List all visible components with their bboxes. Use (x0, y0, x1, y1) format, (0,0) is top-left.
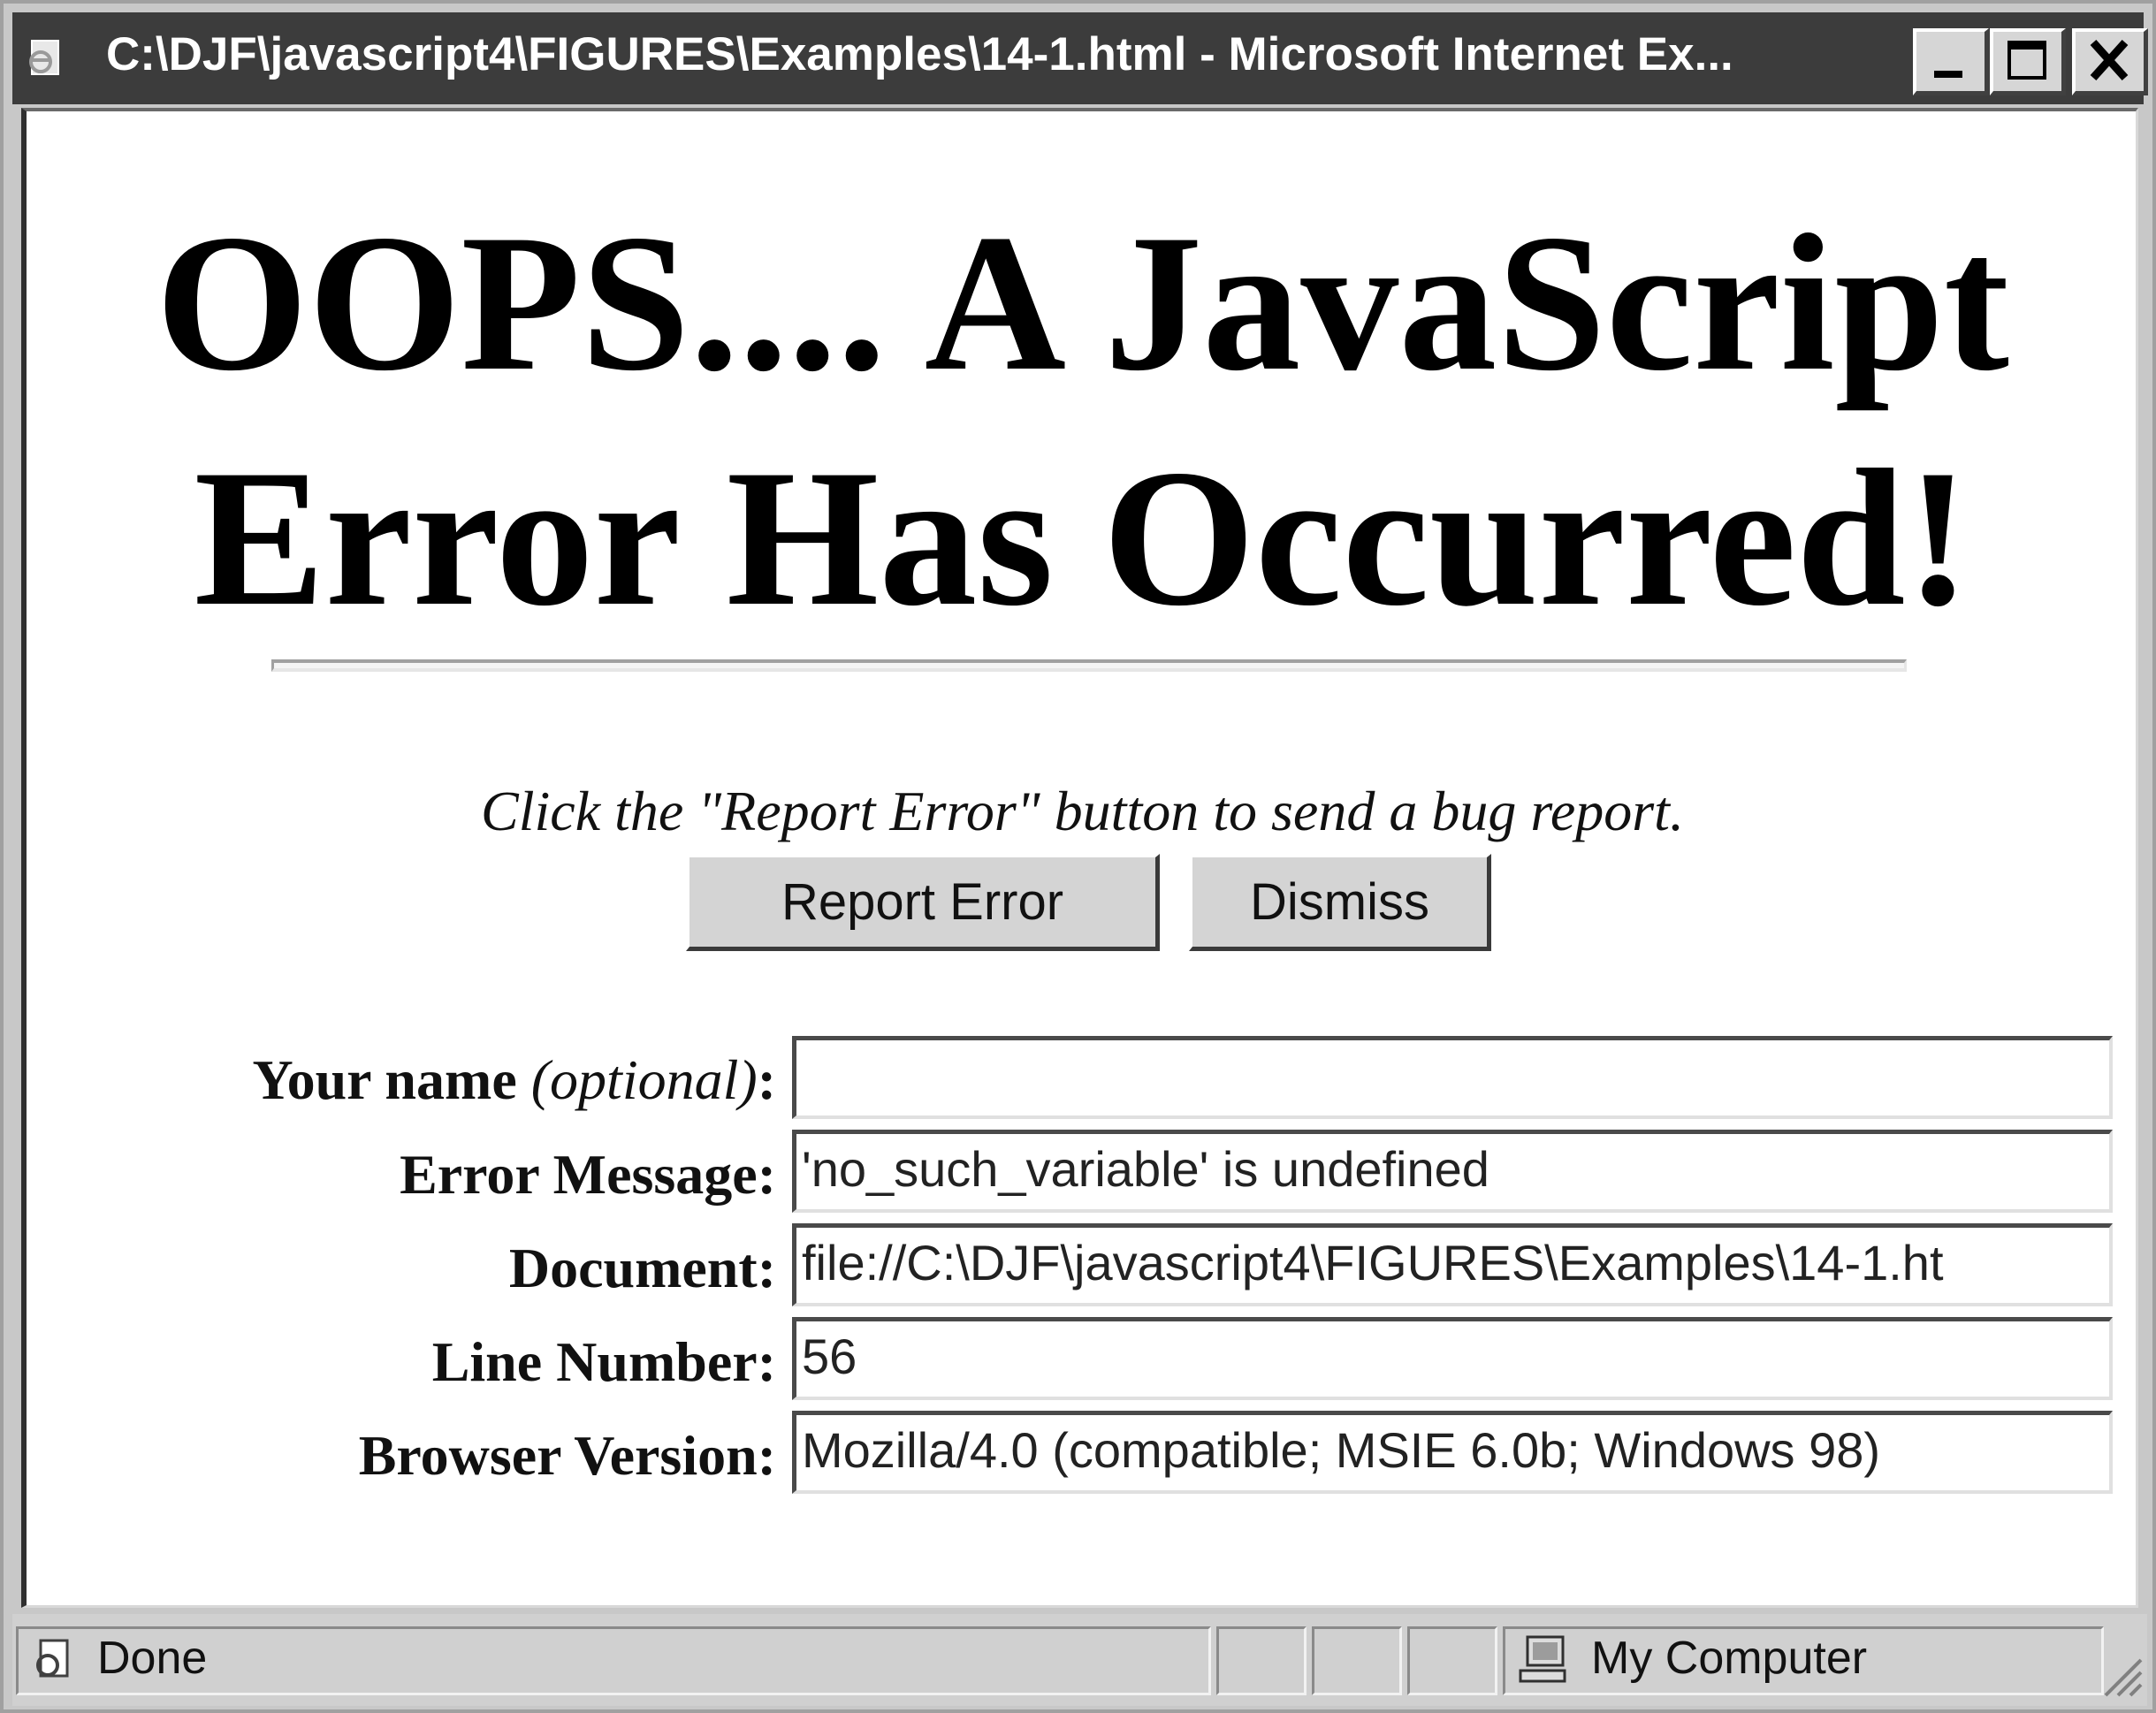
status-text: Done (97, 1633, 208, 1684)
page-done-icon (36, 1639, 69, 1678)
headline-line-2: Error Has Occurred! (194, 430, 1971, 647)
name-label: Your name (optional): (27, 1045, 776, 1115)
name-label-colon: : (757, 1048, 776, 1111)
instruction-text: Click the "Report Error" button to send … (481, 780, 1684, 842)
maximize-button[interactable] (1990, 28, 2066, 95)
browser-window: C:\DJF\javascript4\FIGURES\Examples\14-1… (0, 0, 2156, 1713)
status-pane-2 (1216, 1626, 1307, 1695)
maximize-icon (2007, 41, 2046, 80)
document-field[interactable]: file://C:\DJF\javascript4\FIGURES\Exampl… (792, 1223, 2113, 1306)
line-number-field[interactable]: 56 (792, 1317, 2113, 1400)
headline-line-1: OOPS.... A JavaScript (156, 194, 2009, 412)
page-content: OOPS.... A JavaScript Error Has Occurred… (21, 108, 2138, 1608)
line-number-label: Line Number: (431, 1330, 776, 1393)
status-pane-4 (1407, 1626, 1497, 1695)
name-label-optional: (optional) (530, 1048, 758, 1111)
error-headline: OOPS.... A JavaScript Error Has Occurred… (27, 186, 2138, 656)
close-icon (2090, 39, 2129, 81)
error-message-field[interactable]: 'no_such_variable' is undefined (792, 1130, 2113, 1213)
zone-text: My Computer (1591, 1633, 1868, 1684)
dismiss-button[interactable]: Dismiss (1189, 854, 1491, 951)
error-message-label: Error Message: (400, 1143, 776, 1206)
name-label-text: Your name (252, 1048, 531, 1111)
document-label: Document: (508, 1237, 776, 1299)
horizontal-rule (271, 659, 1907, 672)
title-bar[interactable]: C:\DJF\javascript4\FIGURES\Examples\14-1… (12, 12, 2148, 104)
close-button[interactable] (2072, 28, 2148, 95)
name-field[interactable] (792, 1036, 2113, 1119)
report-error-button[interactable]: Report Error (686, 854, 1160, 951)
internet-explorer-page-icon (29, 40, 59, 75)
minimize-icon (1934, 71, 1962, 78)
browser-version-label: Browser Version: (358, 1424, 776, 1487)
status-bar: Done My Computer (12, 1614, 2147, 1706)
status-pane-3 (1312, 1626, 1402, 1695)
minimize-button[interactable] (1913, 28, 1989, 95)
browser-version-field[interactable]: Mozilla/4.0 (compatible; MSIE 6.0b; Wind… (792, 1411, 2113, 1494)
computer-icon (1519, 1635, 1566, 1683)
resize-grip-icon[interactable] (2099, 1653, 2143, 1697)
window-title: C:\DJF\javascript4\FIGURES\Examples\14-1… (106, 28, 1733, 80)
